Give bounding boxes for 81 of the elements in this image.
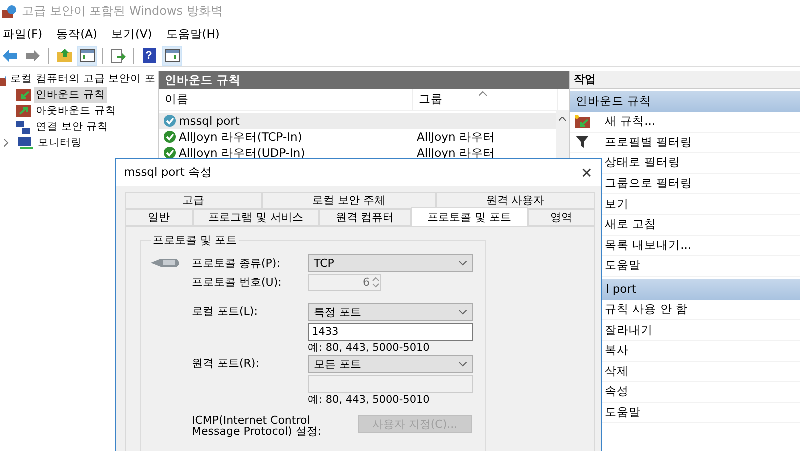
window-pane-icon [164, 49, 180, 62]
rule-group: AllJoyn 라우터 [411, 130, 496, 144]
menu-item[interactable]: 도움말(H) [166, 26, 220, 42]
tab[interactable]: 프로토콜 및 포트 [411, 207, 528, 226]
chevron-down-icon [459, 260, 467, 266]
hint-text: 예: 80, 443, 5000-5010 [308, 394, 431, 407]
folder-icon [56, 49, 72, 62]
local-port-select[interactable]: 특정 포트 [308, 303, 473, 321]
rule-row[interactable]: AllJoyn 라우터(UDP-In) AllJoyn 라우터 [159, 145, 556, 161]
dialog-title: mssql port 속성 [124, 165, 213, 180]
chevron-down-icon [459, 310, 467, 314]
protocol-type-select[interactable]: TCP [308, 254, 473, 272]
tab[interactable]: 원격 컴퓨터 [319, 209, 411, 226]
check-circle-icon [164, 131, 176, 143]
field-label: 프로토콜 번호(U): [192, 276, 283, 288]
field-label: 원격 포트(R): [192, 357, 260, 370]
expand-icon[interactable] [4, 139, 9, 147]
action-item[interactable]: 규칙 사용 안 함 [605, 302, 688, 318]
menu-item[interactable]: 동작(A) [56, 26, 98, 42]
window-pane-icon [80, 49, 94, 62]
close-button[interactable]: ✕ [577, 164, 597, 180]
pane-header: 작업 [570, 71, 800, 89]
field-label: 프로토콜 종류(P): [192, 256, 282, 270]
monitor-icon [18, 136, 33, 150]
column-header[interactable]: 이름 [159, 89, 413, 110]
tab[interactable]: 프로그램 및 서비스 [193, 209, 319, 226]
cable-plug-icon [151, 257, 179, 269]
window-title: 고급 보안이 포함된 Windows 방화벽 [22, 3, 223, 20]
field-label: 로컬 포트(L): [192, 305, 259, 318]
forward-arrow-icon [26, 50, 40, 62]
toolbar-button[interactable]: ? [139, 46, 159, 66]
hint-text: 예: 80, 443, 5000-5010 [308, 342, 431, 355]
menu-item[interactable]: 보기(V) [111, 26, 152, 42]
tab[interactable]: 원격 사용자 [436, 192, 595, 209]
computers-icon [16, 120, 31, 134]
toolbar-button[interactable] [162, 46, 182, 66]
action-item[interactable]: 속성 [605, 384, 629, 400]
tree-item[interactable]: 아웃바운드 규칙 [34, 103, 118, 119]
action-item[interactable]: 보기 [605, 196, 629, 212]
tab[interactable]: 로컬 보안 주체 [262, 192, 436, 209]
tree-item[interactable]: 연결 보안 규칙 [34, 119, 111, 135]
column-header[interactable]: 그룹 [413, 89, 558, 110]
toolbar-button[interactable] [77, 46, 97, 66]
group-title: 프로토콜 및 포트 [152, 233, 238, 248]
spin-arrows-icon [372, 276, 380, 288]
action-item[interactable]: 그룹으로 필터링 [605, 176, 693, 192]
tab[interactable]: 일반 [125, 209, 193, 226]
tab[interactable]: 영역 [528, 209, 595, 226]
sort-caret-icon [479, 91, 487, 96]
tab[interactable]: 고급 [125, 192, 262, 209]
remote-port-select[interactable]: 모든 포트 [308, 355, 473, 373]
tree-item[interactable]: 모니터링 [36, 135, 84, 151]
field-label: ICMP(Internet Control Message Protocol) 설정: [192, 415, 323, 437]
tree-item[interactable]: 인바운드 규칙 [34, 87, 108, 103]
chevron-down-icon [459, 362, 467, 366]
action-item[interactable]: 잘라내기 [605, 322, 653, 338]
export-icon [110, 48, 126, 62]
rule-group: AllJoyn 라우터 [411, 146, 496, 160]
action-item[interactable]: 삭제 [605, 364, 629, 379]
section-header[interactable]: 인바운드 규칙 [570, 91, 800, 112]
action-item[interactable]: 복사 [605, 343, 629, 358]
rule-row[interactable]: mssql port [159, 113, 556, 129]
rule-row[interactable]: AllJoyn 라우터(TCP-In) AllJoyn 라우터 [159, 129, 556, 145]
rule-name: AllJoyn 라우터(TCP-In) [179, 130, 302, 144]
action-item[interactable]: 새 규칙... [605, 114, 656, 130]
scroll-up-icon[interactable] [559, 117, 566, 121]
tree-item[interactable]: 로컬 컴퓨터의 고급 보안이 포 [8, 71, 158, 87]
action-item[interactable]: 목록 내보내기... [605, 238, 692, 253]
action-item[interactable]: 도움말 [605, 258, 641, 274]
rule-name: AllJoyn 라우터(UDP-In) [179, 146, 306, 160]
menu-item[interactable]: 파일(F) [3, 26, 43, 42]
filter-icon [576, 136, 588, 148]
action-item[interactable]: 프로필별 필터링 [605, 134, 693, 150]
rule-name: mssql port [179, 114, 240, 128]
action-item[interactable]: 새로 고침 [605, 217, 657, 232]
pane-header: 인바운드 규칙 [159, 71, 569, 89]
action-item[interactable]: 도움말 [605, 405, 641, 420]
check-circle-icon [164, 115, 176, 127]
back-arrow-icon [3, 50, 17, 62]
action-item[interactable]: 상태로 필터링 [605, 155, 681, 170]
local-port-input[interactable]: 1433 [308, 323, 473, 341]
